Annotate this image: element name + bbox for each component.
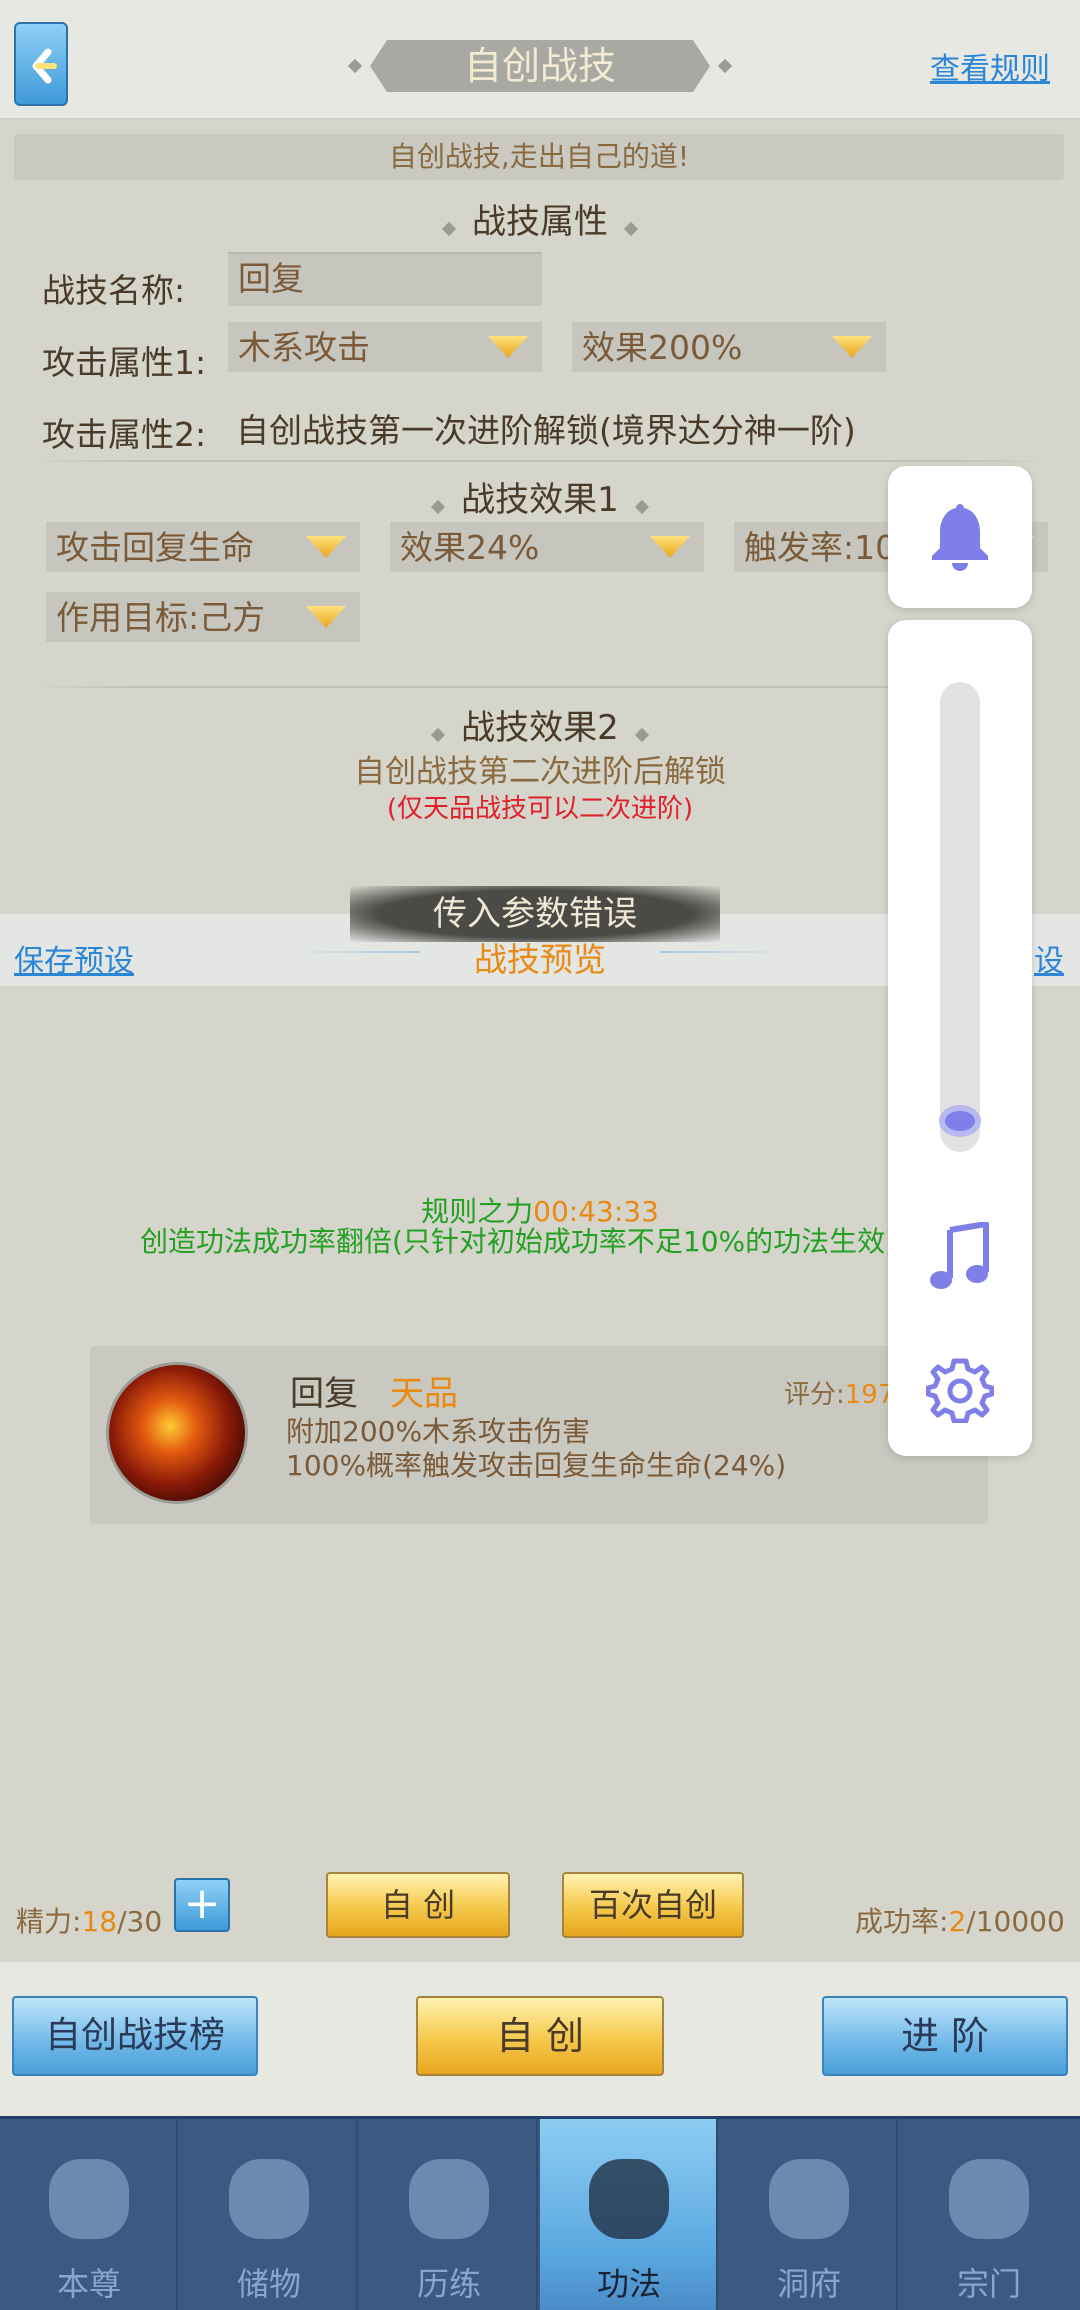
- skill-description-line: 100%概率触发攻击回复生命生命(24%): [286, 1449, 787, 1482]
- ornament-icon: [634, 499, 649, 514]
- effect1-target-dropdown[interactable]: 作用目标:己方: [46, 592, 360, 642]
- slogan-bar: 自创战技,走出自己的道!: [14, 134, 1064, 180]
- volume-slider-knob[interactable]: [939, 1104, 981, 1137]
- success-rate: 成功率:2/10000: [855, 1900, 1065, 1940]
- character-icon: [49, 2159, 129, 2239]
- advance-button[interactable]: 进 阶: [822, 1996, 1068, 2076]
- ornament-icon: [441, 221, 457, 236]
- load-preset-link[interactable]: 设: [1034, 936, 1064, 980]
- music-note-icon[interactable]: [926, 1222, 994, 1292]
- chevron-down-icon: [832, 336, 872, 358]
- back-button[interactable]: [14, 22, 68, 106]
- nav-label: 历练: [416, 2265, 481, 2303]
- skill-preview-name: 回复: [290, 1374, 358, 1414]
- add-energy-button[interactable]: +: [174, 1878, 230, 1932]
- attributes-section-title: 战技属性: [472, 202, 608, 242]
- attack2-locked-text: 自创战技第一次进阶解锁(境界达分神一阶): [236, 411, 856, 450]
- attack1-type-dropdown[interactable]: 木系攻击: [228, 322, 542, 372]
- success-rate-max: /10000: [966, 1905, 1065, 1938]
- chevron-down-icon: [306, 606, 346, 628]
- nav-item-benzun[interactable]: 本尊: [0, 2119, 178, 2310]
- attack1-label: 攻击属性1:: [42, 343, 207, 382]
- volume-slider-track[interactable]: [940, 682, 980, 1152]
- nav-item-zongmen[interactable]: 宗门: [900, 2119, 1078, 2310]
- settings-gear-icon[interactable]: [926, 1355, 994, 1423]
- page-title: 自创战技: [463, 44, 616, 88]
- create-hundred-button[interactable]: 百次自创: [562, 1872, 744, 1938]
- skill-preview-grade: 天品: [390, 1374, 458, 1414]
- attack1-effect-value: 效果200%: [582, 328, 743, 367]
- book-icon: [589, 2159, 669, 2239]
- nav-label: 功法: [596, 2265, 661, 2303]
- bag-icon: [229, 2159, 309, 2239]
- view-rules-link[interactable]: 查看规则: [930, 44, 1050, 88]
- nav-item-gongfa[interactable]: 功法: [540, 2119, 718, 2310]
- nav-label: 储物: [236, 2265, 301, 2303]
- effect1-value-dropdown[interactable]: 效果24%: [390, 522, 704, 572]
- energy-counter: 精力:18/30: [16, 1900, 162, 1940]
- nav-item-chuwu[interactable]: 储物: [180, 2119, 358, 2310]
- back-arrow-icon: [32, 48, 57, 84]
- effect1-section-title: 战技效果1: [461, 480, 619, 520]
- nav-label: 洞府: [776, 2265, 841, 2303]
- chevron-down-icon: [650, 536, 690, 558]
- cave-icon: [769, 2159, 849, 2239]
- effect1-type-value: 攻击回复生命: [56, 528, 254, 567]
- chevron-down-icon: [488, 336, 528, 358]
- main-create-button[interactable]: 自 创: [416, 1996, 664, 2076]
- energy-max: /30: [117, 1905, 163, 1938]
- nav-item-dongfu[interactable]: 洞府: [720, 2119, 898, 2310]
- skill-score-value: 197: [844, 1380, 895, 1410]
- skill-score: 评分:197: [784, 1374, 894, 1411]
- nav-item-lilian[interactable]: 历练: [360, 2119, 538, 2310]
- nav-label: 本尊: [56, 2265, 121, 2303]
- attack1-effect-dropdown[interactable]: 效果200%: [572, 322, 886, 372]
- skill-name-input[interactable]: 回复: [228, 252, 542, 306]
- attack1-type-value: 木系攻击: [238, 328, 370, 367]
- ornament-icon: [431, 499, 446, 514]
- ornament-icon: [431, 727, 446, 742]
- ornament-icon: [634, 727, 649, 742]
- divider: [30, 460, 1050, 462]
- chevron-down-icon: [306, 536, 346, 558]
- effect2-section-title: 战技效果2: [461, 708, 619, 748]
- error-toast-text: 传入参数错误: [433, 894, 637, 934]
- effect1-target-value: 作用目标:己方: [56, 598, 266, 637]
- plus-icon: +: [183, 1878, 221, 1929]
- attack2-label: 攻击属性2:: [42, 415, 207, 454]
- attributes-section-header: 战技属性: [0, 194, 1080, 243]
- skill-score-label: 评分:: [784, 1380, 845, 1410]
- create-once-button[interactable]: 自 创: [326, 1872, 510, 1938]
- success-rate-current: 2: [948, 1905, 967, 1938]
- ornament-icon: [623, 221, 639, 236]
- nav-label: 宗门: [956, 2265, 1021, 2303]
- dragon-skill-icon: [106, 1362, 248, 1504]
- ranking-button[interactable]: 自创战技榜: [12, 1996, 258, 2076]
- energy-current: 18: [81, 1905, 118, 1938]
- effect1-value: 效果24%: [400, 528, 540, 567]
- rule-power-description: 创造功法成功率翻倍(只针对初始成功率不足10%的功法生效): [140, 1225, 897, 1258]
- bell-icon[interactable]: [930, 500, 990, 572]
- mountain-icon: [409, 2159, 489, 2239]
- gate-icon: [949, 2159, 1029, 2239]
- success-rate-label: 成功率:: [855, 1905, 949, 1938]
- effect1-trigger-value: 触发率:10: [744, 528, 897, 567]
- energy-label: 精力:: [16, 1905, 82, 1938]
- skill-name-label: 战技名称:: [42, 271, 186, 310]
- effect1-type-dropdown[interactable]: 攻击回复生命: [46, 522, 360, 572]
